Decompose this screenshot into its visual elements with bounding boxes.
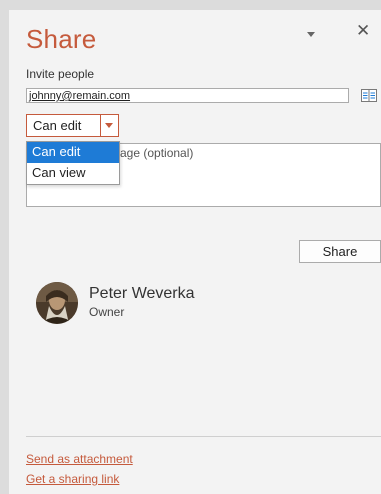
- chevron-down-icon[interactable]: [307, 32, 315, 37]
- message-placeholder: age (optional): [120, 146, 194, 160]
- permission-selected-value: Can edit: [33, 118, 82, 133]
- user-role: Owner: [89, 305, 125, 319]
- option-can-view[interactable]: Can view: [27, 163, 119, 184]
- invite-people-label: Invite people: [26, 67, 95, 81]
- share-pane: Share ✕ Invite people johnny@remain.com …: [9, 10, 381, 494]
- avatar: [36, 282, 78, 324]
- option-can-edit[interactable]: Can edit: [27, 142, 119, 163]
- close-icon[interactable]: ✕: [356, 22, 370, 39]
- user-name: Peter Weverka: [89, 285, 195, 302]
- invite-email-input[interactable]: johnny@remain.com: [26, 88, 349, 103]
- send-as-attachment-link[interactable]: Send as attachment: [26, 452, 133, 466]
- pane-title: Share: [26, 24, 97, 54]
- dropdown-arrow-icon[interactable]: [100, 115, 118, 136]
- shared-user-row[interactable]: Peter Weverka Owner: [36, 282, 336, 328]
- get-sharing-link[interactable]: Get a sharing link: [26, 472, 119, 486]
- permission-dropdown[interactable]: Can edit: [26, 114, 119, 137]
- share-button[interactable]: Share: [299, 240, 381, 263]
- permission-options-list: Can edit Can view: [26, 141, 120, 185]
- divider: [26, 436, 381, 437]
- address-book-icon[interactable]: [361, 89, 377, 102]
